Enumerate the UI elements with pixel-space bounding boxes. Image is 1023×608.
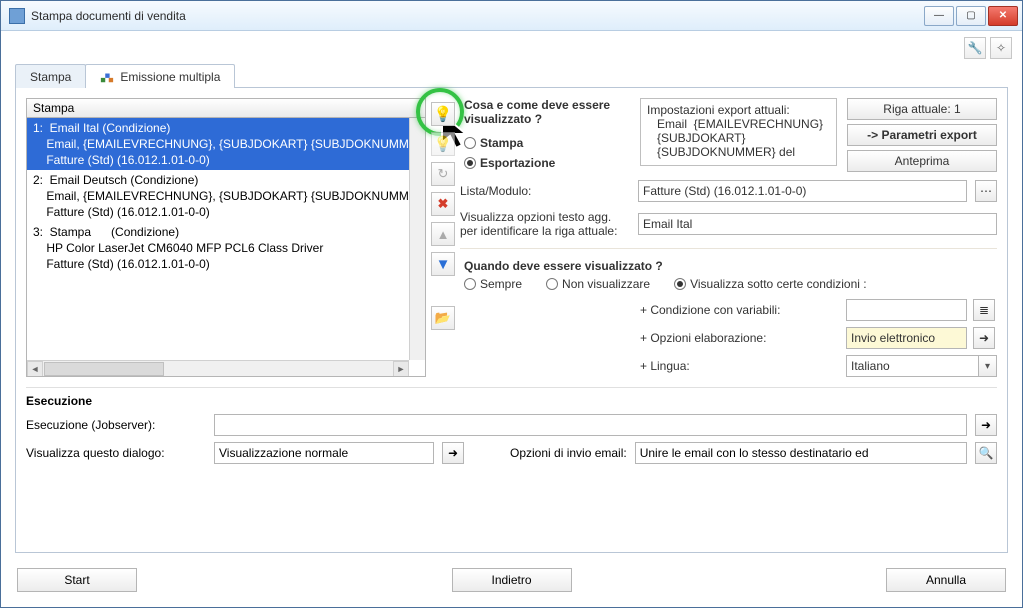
list-row[interactable]: 3: Stampa (Condizione) HP Color LaserJet… [27,222,409,274]
right-pane: Cosa e come deve essere visualizzato ? S… [460,98,997,377]
list-box[interactable]: 1: Email Ital (Condizione) Email, {EMAIL… [26,118,426,377]
execution-heading: Esecuzione [26,394,997,408]
move-down-icon[interactable]: ▼ [431,252,455,276]
export-settings-box: Impostazioni export attuali: Email {EMAI… [640,98,837,166]
tab-emissione-multipla[interactable]: Emissione multipla [85,64,235,88]
radio-stampa[interactable]: Stampa [464,136,630,150]
bulb-edit-icon[interactable]: 💡 [431,132,455,156]
radio-esportazione[interactable]: Esportazione [464,156,630,170]
jobserver-go-icon[interactable]: ➜ [975,414,997,436]
maximize-button[interactable]: ▢ [956,6,986,26]
opt-text-label: Visualizza opzioni testo agg. per identi… [460,210,630,238]
open-folder-icon[interactable]: 📂 [431,306,455,330]
tabs: Stampa Emissione multipla [15,61,1008,87]
scrollbar-horizontal[interactable]: ◄ ► [27,360,409,376]
email-opt-search-icon[interactable]: 🔍 [975,442,997,464]
cond-proc-go-icon[interactable]: ➜ [973,327,995,349]
radio-sempre[interactable]: Sempre [464,277,522,291]
scroll-right-icon[interactable]: ► [393,361,409,377]
start-button[interactable]: Start [17,568,137,592]
export-params-button[interactable]: -> Parametri export [847,124,997,146]
tab-label: Stampa [30,70,71,84]
cond-lang-select[interactable]: Italiano ▾ [846,355,997,377]
opt-text-value: Email Ital [643,217,692,231]
list-module-browse-icon[interactable]: ⋯ [975,180,997,202]
email-opt-input[interactable]: Unire le email con lo stesso destinatari… [635,442,967,464]
bulb-new-icon[interactable]: 💡 [431,102,455,126]
dialog-value: Visualizzazione normale [219,446,348,460]
tab-stampa[interactable]: Stampa [15,64,86,88]
cond-var-input[interactable] [846,299,967,321]
upper-area: Stampa 1: Email Ital (Condizione) Email,… [26,98,997,377]
delete-icon[interactable]: ✖ [431,192,455,216]
radio-label: Esportazione [480,156,555,170]
close-button[interactable]: ✕ [988,6,1018,26]
jobserver-label: Esecuzione (Jobserver): [26,418,206,432]
jobserver-input[interactable] [214,414,967,436]
window-title: Stampa documenti di vendita [31,9,922,23]
dialog-go-icon[interactable]: ➜ [442,442,464,464]
email-opt-label: Opzioni di invio email: [510,446,627,460]
footer: Start Indietro Annulla [1,563,1022,607]
cond-var-label: + Condizione con variabili: [640,303,840,317]
move-up-icon[interactable]: ▲ [431,222,455,246]
list-action-buttons: 💡 💡 ↻ ✖ ▲ ▼ 📂 [428,98,458,377]
minimize-button[interactable]: — [924,6,954,26]
export-settings-text: Impostazioni export attuali: Email {EMAI… [647,103,823,159]
opt-text-input[interactable]: Email Ital [638,213,997,235]
top-toolbar: 🔧 ✧ [1,31,1022,65]
panel: Stampa 1: Email Ital (Condizione) Email,… [15,87,1008,553]
cond-proc-label: + Opzioni elaborazione: [640,331,840,345]
window: Stampa documenti di vendita — ▢ ✕ 🔧 ✧ St… [0,0,1023,608]
list-header[interactable]: Stampa [26,98,426,118]
list-module-value: Fatture (Std) (16.012.1.01-0-0) [643,184,806,198]
tab-label: Emissione multipla [120,70,220,84]
radio-visualizza-condizioni[interactable]: Visualizza sotto certe condizioni : [674,277,867,291]
radio-label: Stampa [480,136,523,150]
cond-proc-input[interactable]: Invio elettronico [846,327,967,349]
cond-proc-value: Invio elettronico [851,331,935,345]
radio-label: Non visualizzare [562,277,650,291]
tools-icon[interactable]: ✧ [990,37,1012,59]
titlebar: Stampa documenti di vendita — ▢ ✕ [1,1,1022,31]
back-button[interactable]: Indietro [452,568,572,592]
email-opt-value: Unire le email con lo stesso destinatari… [640,446,869,460]
stampa-list: Stampa 1: Email Ital (Condizione) Email,… [26,98,426,377]
dialog-input[interactable]: Visualizzazione normale [214,442,434,464]
list-row[interactable]: 2: Email Deutsch (Condizione) Email, {EM… [27,170,409,222]
list-row[interactable]: 1: Email Ital (Condizione) Email, {EMAIL… [27,118,409,170]
cond-lang-value: Italiano [851,359,890,373]
multi-icon [100,70,114,84]
wrench-icon[interactable]: 🔧 [964,37,986,59]
cancel-button[interactable]: Annulla [886,568,1006,592]
section-heading-cosa: Cosa e come deve essere visualizzato ? [464,98,630,126]
section-heading-quando: Quando deve essere visualizzato ? [460,259,997,273]
scroll-thumb[interactable] [44,362,164,376]
current-row-button[interactable]: Riga attuale: 1 [847,98,997,120]
radio-label: Sempre [480,277,522,291]
chevron-down-icon[interactable]: ▾ [979,355,997,377]
scroll-left-icon[interactable]: ◄ [27,361,43,377]
preview-button[interactable]: Anteprima [847,150,997,172]
content: Stampa Emissione multipla Stampa 1: Emai… [1,65,1022,563]
radio-label: Visualizza sotto certe condizioni : [690,277,867,291]
scrollbar-vertical[interactable] [409,118,425,360]
refresh-icon[interactable]: ↻ [431,162,455,186]
list-module-input[interactable]: Fatture (Std) (16.012.1.01-0-0) [638,180,967,202]
cond-lang-label: + Lingua: [640,359,840,373]
list-module-label: Lista/Modulo: [460,184,630,198]
cond-var-picker-icon[interactable]: ≣ [973,299,995,321]
app-icon [9,8,25,24]
radio-non-visualizzare[interactable]: Non visualizzare [546,277,650,291]
dialog-label: Visualizza questo dialogo: [26,446,206,460]
execution-section: Esecuzione Esecuzione (Jobserver): ➜ Vis… [26,387,997,470]
